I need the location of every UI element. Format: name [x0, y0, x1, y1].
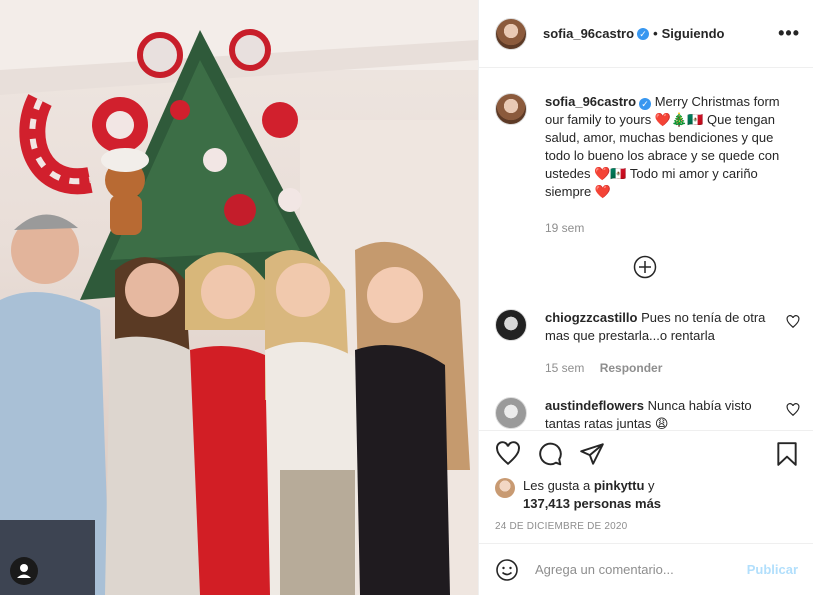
post-sidebar: sofia_96castro ✓ • Siguiendo ••• sofia_9…	[478, 0, 813, 595]
verified-badge-icon: ✓	[637, 27, 650, 40]
bookmark-icon[interactable]	[774, 441, 800, 467]
plus-circle-icon[interactable]	[633, 255, 657, 279]
more-options-icon[interactable]: •••	[778, 24, 800, 42]
caption: sofia_96castro ✓ Merry Christmas form our…	[495, 93, 800, 237]
comment-item: austindeflowers Nunca había visto tantas…	[495, 397, 800, 430]
photo-scene	[0, 0, 478, 595]
likes-prefix: Les gusta a	[523, 478, 591, 493]
likes-count[interactable]: 137,413 personas más	[523, 496, 661, 511]
comment-input[interactable]: Agrega un comentario...	[535, 562, 735, 577]
reply-button[interactable]: Responder	[600, 361, 663, 375]
paper-plane-icon[interactable]	[579, 441, 605, 467]
heart-icon[interactable]	[495, 441, 521, 467]
caption-time[interactable]: 19 sem	[545, 221, 584, 235]
avatar	[495, 478, 515, 498]
heart-icon[interactable]	[786, 315, 800, 329]
caption-text: Merry Christmas form our family to yours…	[545, 94, 780, 199]
comment-username[interactable]: chiogzzcastillo	[545, 310, 637, 325]
post-author-username[interactable]: sofia_96castro	[543, 26, 634, 41]
comment-icon[interactable]	[537, 441, 563, 467]
comment-time[interactable]: 15 sem	[545, 361, 584, 375]
heart-icon[interactable]	[786, 403, 800, 417]
caption-username[interactable]: sofia_96castro	[545, 94, 636, 109]
likes-summary[interactable]: Les gusta a pinkyttu y 137,413 personas …	[495, 477, 703, 513]
separator-dot: •	[653, 26, 658, 41]
avatar[interactable]	[495, 93, 527, 125]
avatar[interactable]	[495, 397, 527, 429]
post-photo[interactable]	[0, 0, 478, 595]
post-header: sofia_96castro ✓ • Siguiendo •••	[479, 0, 813, 68]
post-actions: Les gusta a pinkyttu y 137,413 personas …	[479, 430, 813, 543]
comments-list[interactable]: sofia_96castro ✓ Merry Christmas form our…	[479, 69, 813, 430]
publish-button[interactable]: Publicar	[747, 562, 798, 577]
likes-connector: y	[648, 478, 655, 493]
avatar[interactable]	[495, 17, 527, 50]
post-date[interactable]: 24 DE DICIEMBRE DE 2020	[495, 521, 627, 532]
comment-item: chiogzzcastillo Pues no tenía de otra ma…	[495, 309, 800, 377]
comment-username[interactable]: austindeflowers	[545, 398, 644, 413]
comment-composer: Agrega un comentario... Publicar	[479, 543, 813, 595]
user-tag-icon[interactable]	[10, 557, 38, 585]
avatar[interactable]	[495, 309, 527, 341]
following-button[interactable]: Siguiendo	[662, 26, 725, 41]
verified-badge-icon: ✓	[639, 98, 652, 110]
smiley-icon[interactable]	[495, 558, 519, 582]
likes-user[interactable]: pinkyttu	[594, 478, 645, 493]
